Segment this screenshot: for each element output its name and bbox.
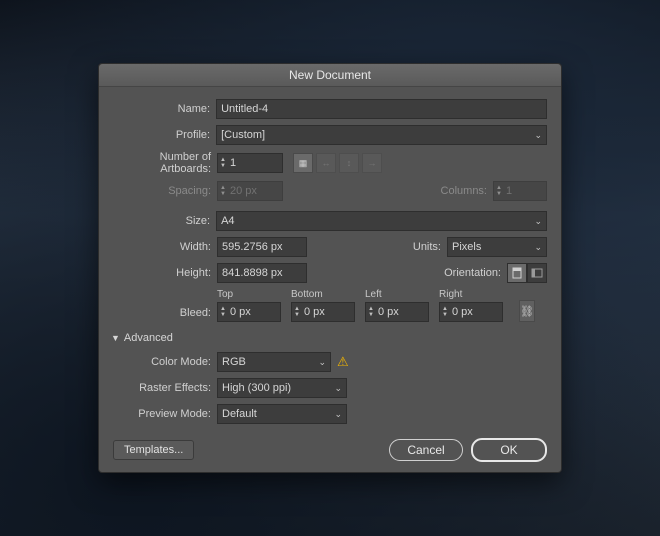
stepper-arrows-icon[interactable]: ▲▼ bbox=[440, 306, 450, 318]
width-label: Width: bbox=[113, 241, 217, 253]
bleed-top-label: Top bbox=[217, 289, 291, 300]
bleed-left-stepper[interactable]: ▲▼ bbox=[365, 302, 429, 322]
spacing-input bbox=[228, 182, 282, 200]
artboard-layout-col[interactable]: ↕ bbox=[339, 153, 359, 173]
chevron-down-icon: ⌄ bbox=[314, 353, 326, 371]
artboard-layout-grid[interactable]: ▦ bbox=[293, 153, 313, 173]
bleed-bottom-stepper[interactable]: ▲▼ bbox=[291, 302, 355, 322]
color-mode-label: Color Mode: bbox=[113, 356, 217, 368]
size-select[interactable]: A4 ⌄ bbox=[216, 211, 547, 231]
arrow-right-icon: → bbox=[368, 158, 377, 168]
size-value: A4 bbox=[221, 212, 530, 230]
profile-label: Profile: bbox=[113, 129, 216, 141]
orientation-landscape[interactable] bbox=[527, 263, 547, 283]
landscape-icon bbox=[531, 268, 543, 278]
stepper-arrows-icon: ▲▼ bbox=[494, 185, 504, 197]
bleed-top-stepper[interactable]: ▲▼ bbox=[217, 302, 281, 322]
triangle-down-icon: ▼ bbox=[111, 333, 120, 343]
profile-select[interactable]: [Custom] ⌄ bbox=[216, 125, 547, 145]
stepper-arrows-icon[interactable]: ▲▼ bbox=[292, 306, 302, 318]
units-label: Units: bbox=[413, 241, 447, 253]
bleed-label: Bleed: bbox=[113, 307, 217, 319]
stepper-arrows-icon[interactable]: ▲▼ bbox=[218, 306, 228, 318]
dialog-body: Name: Profile: [Custom] ⌄ Number of Artb… bbox=[99, 87, 561, 472]
link-bleed-button[interactable]: ⛓ bbox=[519, 300, 535, 322]
units-select[interactable]: Pixels ⌄ bbox=[447, 237, 547, 257]
profile-value: [Custom] bbox=[221, 126, 530, 144]
portrait-icon bbox=[512, 267, 522, 279]
columns-label: Columns: bbox=[441, 185, 493, 197]
preview-label: Preview Mode: bbox=[113, 408, 217, 420]
orientation-portrait[interactable] bbox=[507, 263, 527, 283]
preview-select[interactable]: Default ⌄ bbox=[217, 404, 347, 424]
bleed-right-input[interactable] bbox=[450, 303, 496, 321]
size-label: Size: bbox=[113, 215, 216, 227]
chevron-down-icon: ⌄ bbox=[330, 405, 342, 423]
stepper-arrows-icon[interactable]: ▲▼ bbox=[218, 157, 228, 169]
color-mode-value: RGB bbox=[222, 353, 314, 371]
advanced-label: Advanced bbox=[124, 332, 173, 344]
units-value: Pixels bbox=[452, 238, 530, 256]
height-input[interactable] bbox=[217, 263, 307, 283]
width-input[interactable] bbox=[217, 237, 307, 257]
spacing-label: Spacing: bbox=[113, 185, 217, 197]
cancel-button[interactable]: Cancel bbox=[389, 439, 463, 461]
raster-select[interactable]: High (300 ppi) ⌄ bbox=[217, 378, 347, 398]
new-document-dialog: New Document Name: Profile: [Custom] ⌄ N… bbox=[98, 63, 562, 473]
advanced-disclosure[interactable]: ▼ Advanced bbox=[111, 332, 547, 344]
columns-stepper: ▲▼ bbox=[493, 181, 547, 201]
preview-value: Default bbox=[222, 405, 330, 423]
orientation-label: Orientation: bbox=[444, 267, 507, 279]
chevron-down-icon: ⌄ bbox=[530, 126, 542, 144]
bleed-left-label: Left bbox=[365, 289, 439, 300]
raster-value: High (300 ppi) bbox=[222, 379, 330, 397]
ok-button[interactable]: OK bbox=[471, 438, 547, 462]
bleed-bottom-label: Bottom bbox=[291, 289, 365, 300]
spacing-stepper: ▲▼ bbox=[217, 181, 283, 201]
artboards-stepper[interactable]: ▲▼ bbox=[217, 153, 283, 173]
chevron-down-icon: ⌄ bbox=[530, 212, 542, 230]
warning-icon: ⚠ bbox=[337, 354, 349, 370]
raster-label: Raster Effects: bbox=[113, 382, 217, 394]
artboard-layout-row[interactable]: ↔ bbox=[316, 153, 336, 173]
stepper-arrows-icon: ▲▼ bbox=[218, 185, 228, 197]
arrows-lr-icon: ↔ bbox=[322, 158, 331, 168]
bleed-right-label: Right bbox=[439, 289, 513, 300]
artboards-label: Number of Artboards: bbox=[113, 151, 217, 175]
height-label: Height: bbox=[113, 267, 217, 279]
name-input[interactable] bbox=[216, 99, 547, 119]
name-label: Name: bbox=[113, 103, 216, 115]
chevron-down-icon: ⌄ bbox=[530, 238, 542, 256]
color-mode-select[interactable]: RGB ⌄ bbox=[217, 352, 331, 372]
grid-icon: ▦ bbox=[299, 158, 308, 169]
stepper-arrows-icon[interactable]: ▲▼ bbox=[366, 306, 376, 318]
artboard-layout-ltr[interactable]: → bbox=[362, 153, 382, 173]
arrow-up-icon: ↕ bbox=[347, 158, 352, 168]
dialog-title: New Document bbox=[99, 64, 561, 87]
bleed-top-input[interactable] bbox=[228, 303, 274, 321]
chevron-down-icon: ⌄ bbox=[330, 379, 342, 397]
bleed-left-input[interactable] bbox=[376, 303, 422, 321]
bleed-right-stepper[interactable]: ▲▼ bbox=[439, 302, 503, 322]
templates-button[interactable]: Templates... bbox=[113, 440, 194, 460]
artboards-input[interactable] bbox=[228, 154, 282, 172]
link-icon: ⛓ bbox=[520, 305, 534, 318]
bleed-bottom-input[interactable] bbox=[302, 303, 348, 321]
columns-input bbox=[504, 182, 538, 200]
